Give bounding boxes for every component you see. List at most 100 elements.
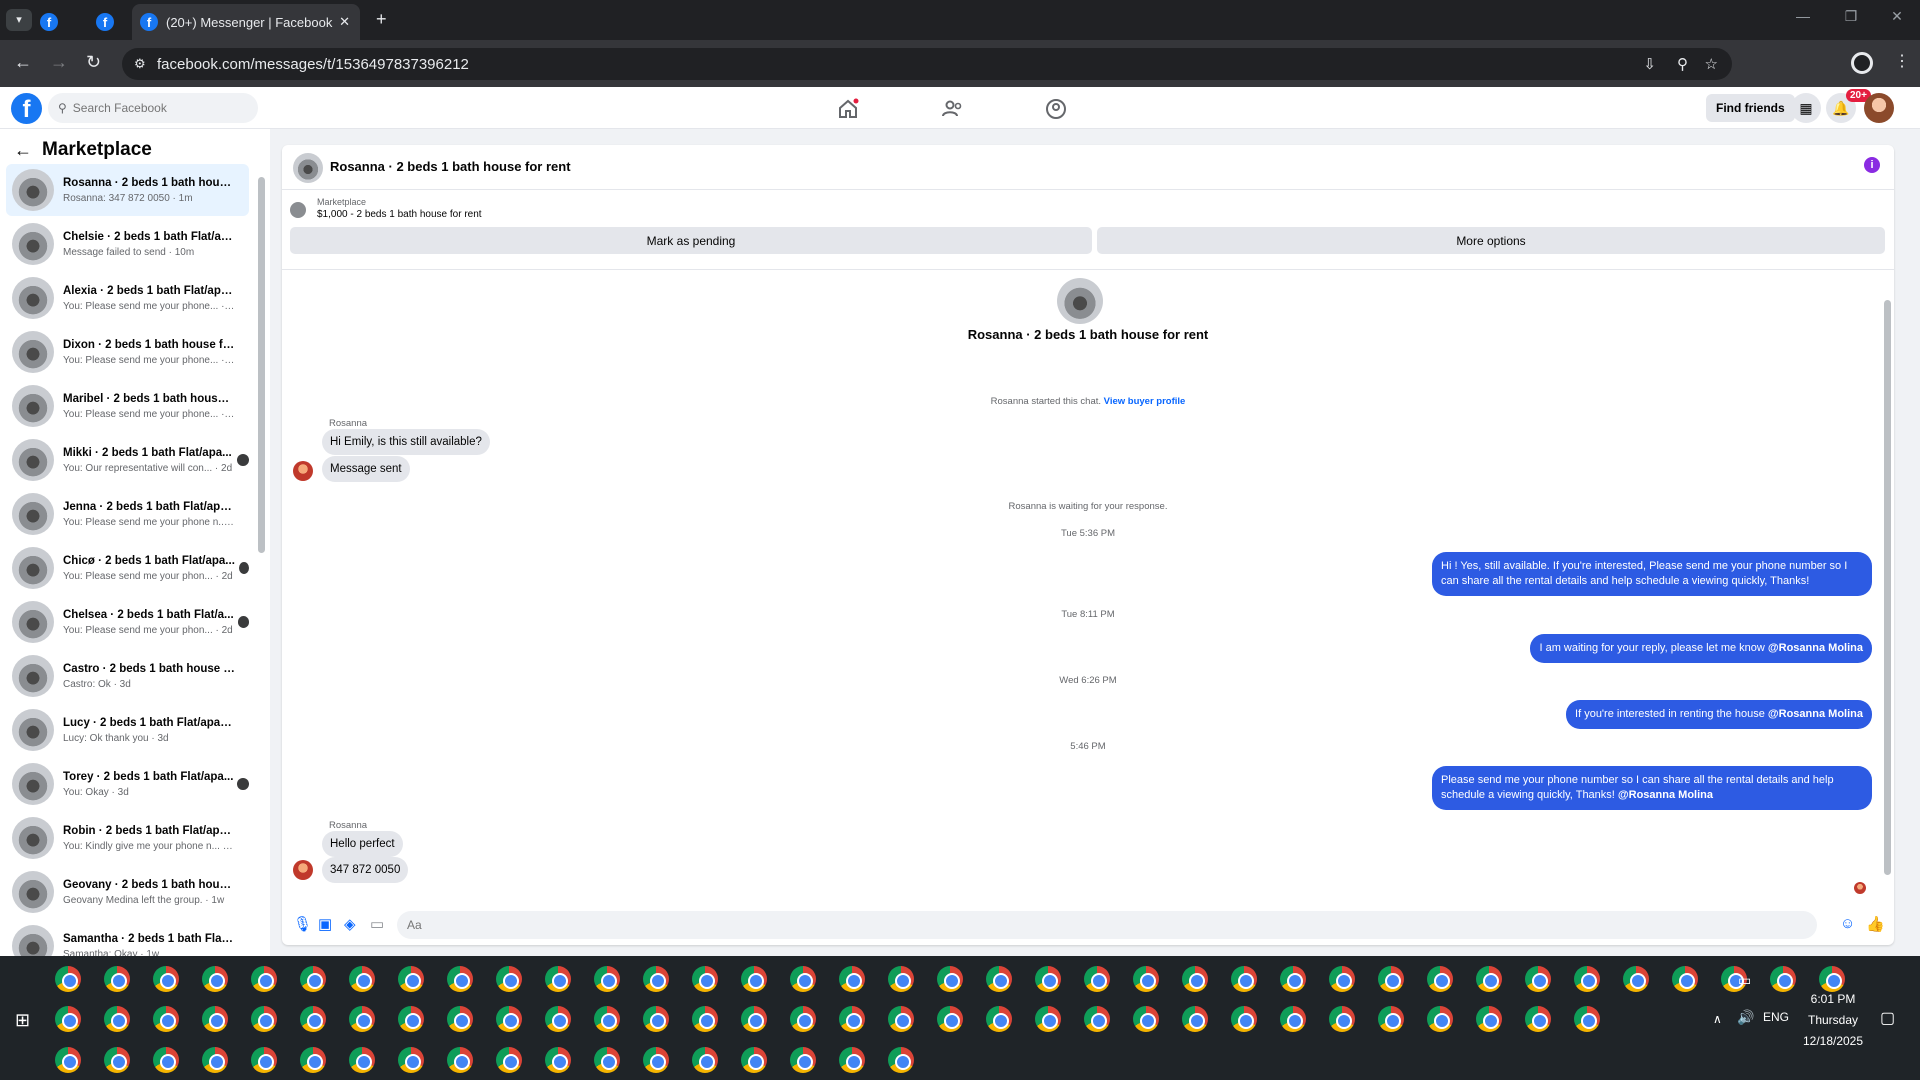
conversation-item[interactable]: Chelsie · 2 beds 1 bath Flat/apar... Mess… <box>6 218 249 270</box>
chrome-taskbar-icon[interactable] <box>202 1006 228 1032</box>
more-options-button[interactable]: More options <box>1097 227 1885 254</box>
chrome-taskbar-icon[interactable] <box>986 1006 1012 1032</box>
chrome-taskbar-icon[interactable] <box>1770 966 1796 992</box>
chrome-taskbar-icon[interactable] <box>55 1047 81 1073</box>
chrome-taskbar-icon[interactable] <box>300 966 326 992</box>
photo-icon[interactable]: ▣ <box>318 915 332 933</box>
chrome-taskbar-icon[interactable] <box>790 1047 816 1073</box>
chrome-taskbar-icon[interactable] <box>1035 1006 1061 1032</box>
home-icon[interactable] <box>836 97 860 121</box>
display-icon[interactable]: ▭ <box>1738 972 1751 989</box>
tray-chevron-icon[interactable]: ∧ <box>1713 1012 1722 1026</box>
chrome-taskbar-icon[interactable] <box>741 1047 767 1073</box>
chrome-taskbar-icon[interactable] <box>545 1006 571 1032</box>
find-friends-button[interactable]: Find friends <box>1706 94 1795 122</box>
back-icon[interactable]: ← <box>14 52 32 73</box>
chrome-taskbar-icon[interactable] <box>104 1006 130 1032</box>
chrome-taskbar-icon[interactable] <box>839 1006 865 1032</box>
view-buyer-profile-link[interactable]: View buyer profile <box>1104 396 1186 407</box>
conversation-item[interactable]: Dixon · 2 beds 1 bath house for ... You: … <box>6 326 249 378</box>
chrome-taskbar-icon[interactable] <box>447 1047 473 1073</box>
chrome-taskbar-icon[interactable] <box>1476 966 1502 992</box>
chrome-taskbar-icon[interactable] <box>251 1047 277 1073</box>
sender-avatar[interactable] <box>293 860 313 880</box>
chrome-taskbar-icon[interactable] <box>153 1047 179 1073</box>
chrome-taskbar-icon[interactable] <box>839 1047 865 1073</box>
sticker-icon[interactable]: ◈ <box>344 915 356 933</box>
chrome-taskbar-icon[interactable] <box>55 1006 81 1032</box>
chrome-taskbar-icon[interactable] <box>594 1006 620 1032</box>
chrome-taskbar-icon[interactable] <box>741 1006 767 1032</box>
conversation-item[interactable]: Chicø · 2 beds 1 bath Flat/apa... You: Pl… <box>6 542 249 594</box>
bookmark-star-icon[interactable]: ☆ <box>1705 55 1718 73</box>
chrome-taskbar-icon[interactable] <box>692 1047 718 1073</box>
chrome-taskbar-icon[interactable] <box>349 1006 375 1032</box>
incoming-message[interactable]: 347 872 0050 <box>322 857 409 883</box>
back-arrow-icon[interactable]: ← <box>14 140 32 161</box>
mention[interactable]: @Rosanna Molina <box>1618 789 1713 801</box>
chrome-taskbar-icon[interactable] <box>1231 1006 1257 1032</box>
chrome-taskbar-icon[interactable] <box>202 966 228 992</box>
chrome-taskbar-icon[interactable] <box>1329 1006 1355 1032</box>
chrome-taskbar-icon[interactable] <box>300 1006 326 1032</box>
menu-grid-icon[interactable]: ▦ <box>1791 93 1821 123</box>
chrome-taskbar-icon[interactable] <box>1525 1006 1551 1032</box>
mention[interactable]: @Rosanna Molina <box>1768 708 1863 720</box>
conversation-item[interactable]: Torey · 2 beds 1 bath Flat/apa... You: Ok… <box>6 758 249 810</box>
chrome-taskbar-icon[interactable] <box>1378 966 1404 992</box>
chrome-taskbar-icon[interactable] <box>153 966 179 992</box>
conversation-item[interactable]: Robin · 2 beds 1 bath Flat/apart... You: … <box>6 812 249 864</box>
minimize-icon[interactable]: — <box>1780 8 1826 24</box>
chrome-taskbar-icon[interactable] <box>300 1047 326 1073</box>
chrome-taskbar-icon[interactable] <box>545 1047 571 1073</box>
chrome-taskbar-icon[interactable] <box>888 1047 914 1073</box>
tab-facebook-1[interactable]: f <box>40 4 58 40</box>
chrome-taskbar-icon[interactable] <box>1623 966 1649 992</box>
conversation-item[interactable]: Maribel · 2 beds 1 bath house f... You: P… <box>6 380 249 432</box>
microphone-icon[interactable]: 🎙 <box>293 915 312 933</box>
chat-avatar[interactable] <box>293 153 323 183</box>
chrome-taskbar-icon[interactable] <box>888 966 914 992</box>
address-bar[interactable]: ⚙ facebook.com/messages/t/15364978373962… <box>122 48 1732 80</box>
new-tab-icon[interactable]: + <box>376 9 387 30</box>
chrome-taskbar-icon[interactable] <box>447 966 473 992</box>
search-box[interactable]: ⚲ <box>48 93 258 123</box>
chrome-taskbar-icon[interactable] <box>349 966 375 992</box>
conversation-item[interactable]: Geovany · 2 beds 1 bath house f... Geovan… <box>6 866 249 918</box>
tab-facebook-2[interactable]: f <box>96 4 114 40</box>
chrome-taskbar-icon[interactable] <box>1133 966 1159 992</box>
outgoing-message[interactable]: If you're interested in renting the hous… <box>1566 700 1872 729</box>
chrome-taskbar-icon[interactable] <box>1133 1006 1159 1032</box>
chrome-taskbar-icon[interactable] <box>496 1006 522 1032</box>
mention[interactable]: @Rosanna Molina <box>1768 642 1863 654</box>
chrome-taskbar-icon[interactable] <box>104 966 130 992</box>
chrome-taskbar-icon[interactable] <box>692 966 718 992</box>
chrome-taskbar-icon[interactable] <box>839 966 865 992</box>
chrome-taskbar-icon[interactable] <box>398 1006 424 1032</box>
windows-start-icon[interactable]: ⊞ <box>15 1010 30 1031</box>
restore-icon[interactable]: ❐ <box>1828 8 1874 25</box>
conversation-item[interactable]: Chelsea · 2 beds 1 bath Flat/a... You: Pl… <box>6 596 249 648</box>
chrome-taskbar-icon[interactable] <box>1427 1006 1453 1032</box>
chrome-taskbar-icon[interactable] <box>888 1006 914 1032</box>
conversation-item[interactable]: Mikki · 2 beds 1 bath Flat/apa... You: Ou… <box>6 434 249 486</box>
thread-scrollbar[interactable] <box>1884 300 1891 875</box>
chrome-taskbar-icon[interactable] <box>594 966 620 992</box>
listing-price[interactable]: $1,000 - 2 beds 1 bath house for rent <box>317 209 482 220</box>
chrome-taskbar-icon[interactable] <box>1329 966 1355 992</box>
notification-center-icon[interactable]: ▢ <box>1880 1008 1895 1028</box>
chrome-taskbar-icon[interactable] <box>1574 966 1600 992</box>
chrome-taskbar-icon[interactable] <box>1182 966 1208 992</box>
chrome-taskbar-icon[interactable] <box>643 1047 669 1073</box>
info-icon[interactable]: i <box>1864 157 1880 173</box>
chrome-taskbar-icon[interactable] <box>790 966 816 992</box>
chrome-taskbar-icon[interactable] <box>937 966 963 992</box>
conversation-item[interactable]: Rosanna · 2 beds 1 bath house f... Rosann… <box>6 164 249 216</box>
chrome-taskbar-icon[interactable] <box>1035 966 1061 992</box>
message-input[interactable] <box>397 911 1817 939</box>
account-avatar[interactable] <box>1864 93 1894 123</box>
outgoing-message[interactable]: Hi ! Yes, still available. If you're int… <box>1432 552 1872 596</box>
gif-icon[interactable]: ▭ <box>370 915 384 933</box>
chrome-taskbar-icon[interactable] <box>1672 966 1698 992</box>
reload-icon[interactable]: ↻ <box>86 52 101 73</box>
